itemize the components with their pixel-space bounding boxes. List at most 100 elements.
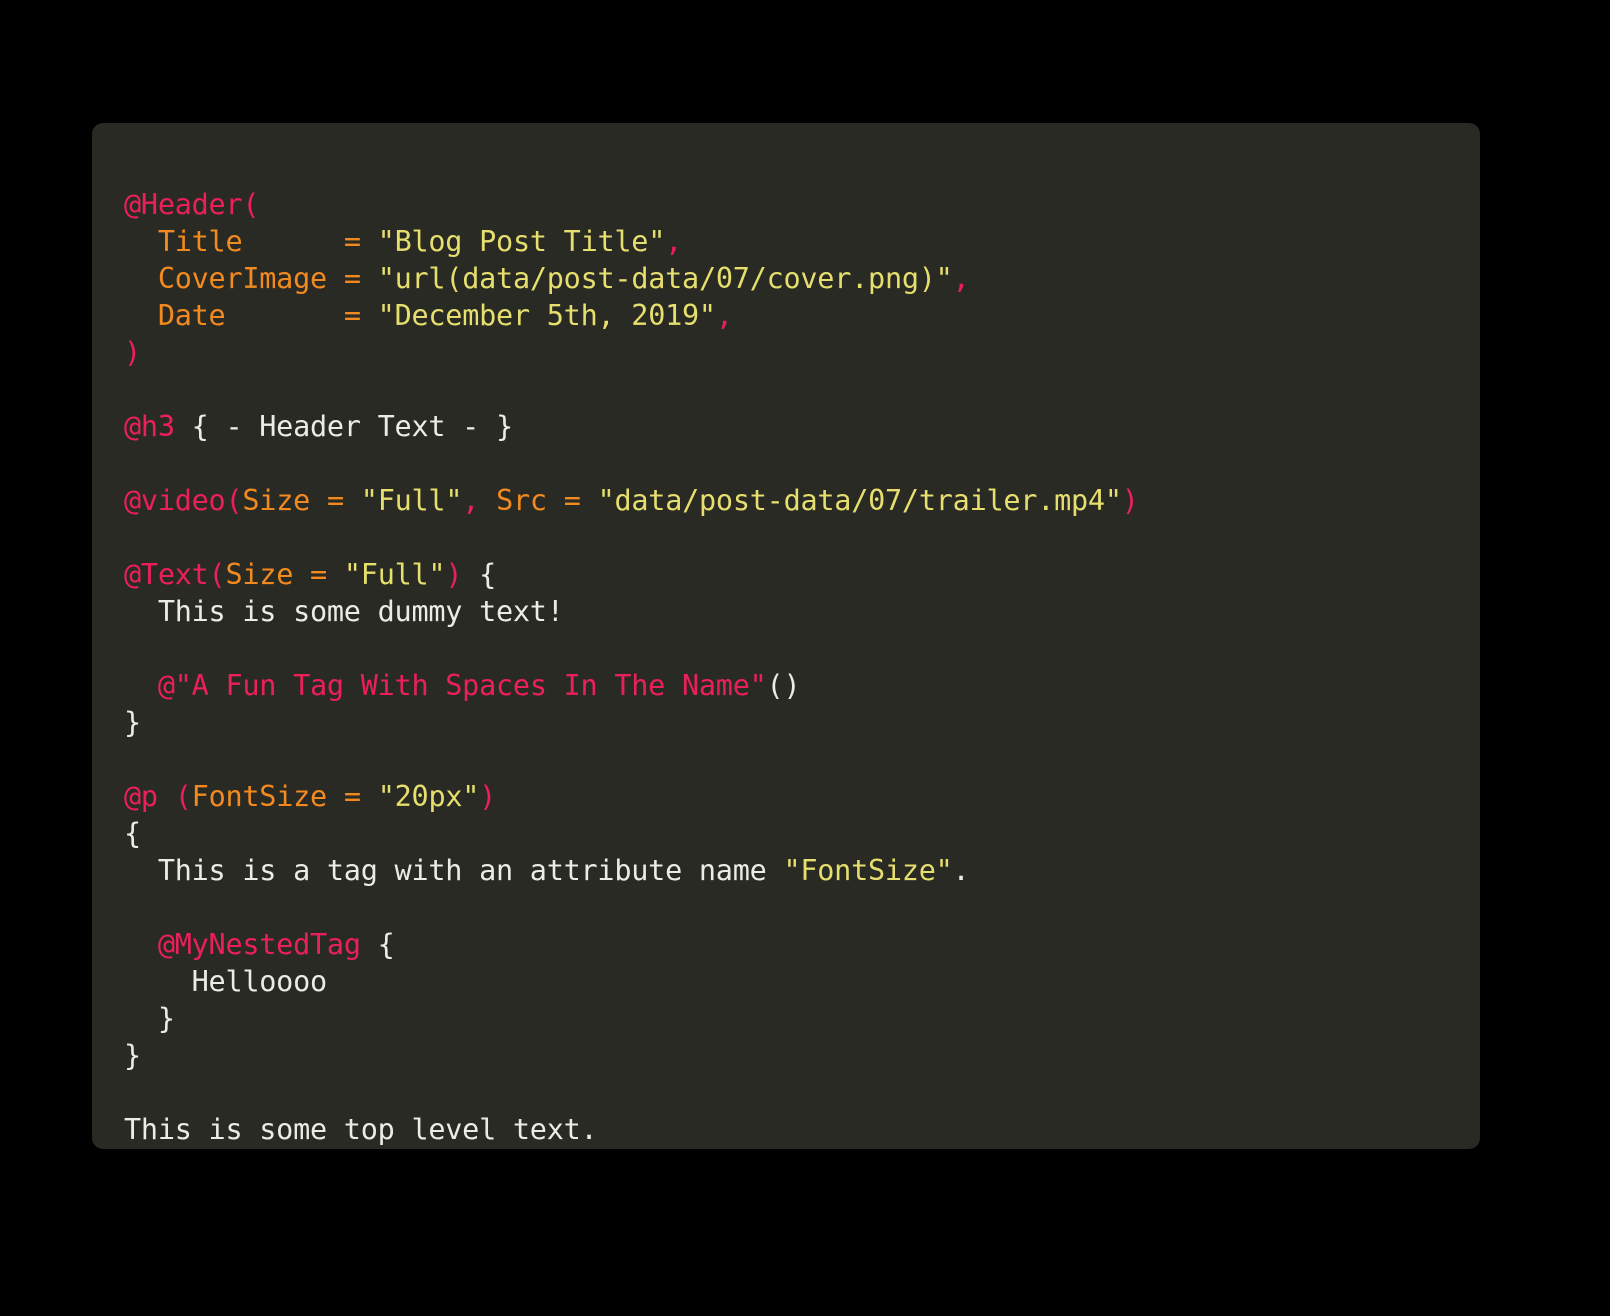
code-token-attr: FontSize [191,779,328,813]
code-line: Date = "December 5th, 2019", [124,297,1448,334]
code-token-text: { - Header Text - } [174,409,514,443]
code-token-tag: ) [124,335,141,369]
code-line: @"A Fun Tag With Spaces In The Name"() [124,667,1448,704]
code-line: Helloooo [124,963,1448,1000]
code-token-str: "Blog Post Title" [377,224,666,258]
code-token-punct: ( [174,779,192,813]
code-token-punct: ( [208,557,226,591]
code-token-tag: @Text [124,557,209,591]
code-block[interactable]: @Header( Title = "Blog Post Title", Cove… [124,186,1448,1148]
code-line: } [124,704,1448,741]
code-token-eq: = [343,298,361,332]
code-line: @video(Size = "Full", Src = "data/post-d… [124,482,1448,519]
code-token-eq: = [343,779,361,813]
code-token-str: "data/post-data/07/trailer.mp4" [597,483,1122,517]
code-token-str: "December 5th, 2019" [377,298,716,332]
code-token-punct: ) [445,557,463,591]
code-token-eq: = [343,224,361,258]
code-token-punct: ) [479,779,497,813]
code-token-eq: = [563,483,581,517]
code-line: @Header( [124,186,1448,223]
code-token-eq: = [343,261,361,295]
code-token-attr: CoverImage [157,261,327,295]
code-line: @MyNestedTag { [124,926,1448,963]
code-token-str: "url(data/post-data/07/cover.png)" [377,261,953,295]
code-token-eq: = [326,483,344,517]
code-line: CoverImage = "url(data/post-data/07/cove… [124,260,1448,297]
code-token-text: . [952,853,970,887]
code-line: { [124,815,1448,852]
code-token-attr: Title [157,224,243,258]
code-token-text: } [124,705,141,739]
code-token-str: "Full" [343,557,446,591]
code-token-tag: @video [124,483,226,517]
code-token-punct: , [715,298,733,332]
screenshot-root: @Header( Title = "Blog Post Title", Cove… [0,0,1610,1316]
code-token-text: { [360,927,395,961]
code-token-attr: Size [242,483,311,517]
code-token-punct: , [952,261,970,295]
code-token-str: "FontSize" [783,853,953,887]
code-token-punct: , [665,224,683,258]
code-token-text: This is some top level text. [124,1112,598,1146]
code-line: This is a tag with an attribute name "Fo… [124,852,1448,889]
code-token-str: "Full" [360,483,463,517]
code-line: @h3 { - Header Text - } [124,408,1448,445]
code-token-tag: @"A Fun Tag With Spaces In The Name" [157,668,767,702]
code-token-punct: ) [1121,483,1139,517]
code-token-tag: @MyNestedTag [157,927,361,961]
code-line: } [124,1037,1448,1074]
code-line: Title = "Blog Post Title", [124,223,1448,260]
code-token-text: This is a tag with an attribute name [124,853,784,887]
code-token-tag: @p [124,779,158,813]
code-token-text: } [124,1001,175,1035]
code-token-punct: , [462,483,480,517]
code-line: This is some top level text. [124,1111,1448,1148]
code-token-text: { [462,557,497,591]
code-line: @p (FontSize = "20px") [124,778,1448,815]
code-token-tag: @Header( [124,187,260,221]
code-line: @Text(Size = "Full") { [124,556,1448,593]
code-token-attr: Size [225,557,294,591]
code-token-text: This is some dummy text! [124,594,564,628]
code-token-text: () [766,668,801,702]
code-token-tag: @h3 [124,409,175,443]
code-token-attr: Src [496,483,547,517]
code-token-str: "20px" [377,779,480,813]
code-token-eq: = [310,557,327,591]
code-token-punct: ( [225,483,243,517]
code-token-text: { [124,816,141,850]
code-line: } [124,1000,1448,1037]
code-line: This is some dummy text! [124,593,1448,630]
code-token-attr: Date [157,298,226,332]
code-token-text: } [124,1038,141,1072]
code-line: ) [124,334,1448,371]
code-card: @Header( Title = "Blog Post Title", Cove… [92,123,1480,1149]
